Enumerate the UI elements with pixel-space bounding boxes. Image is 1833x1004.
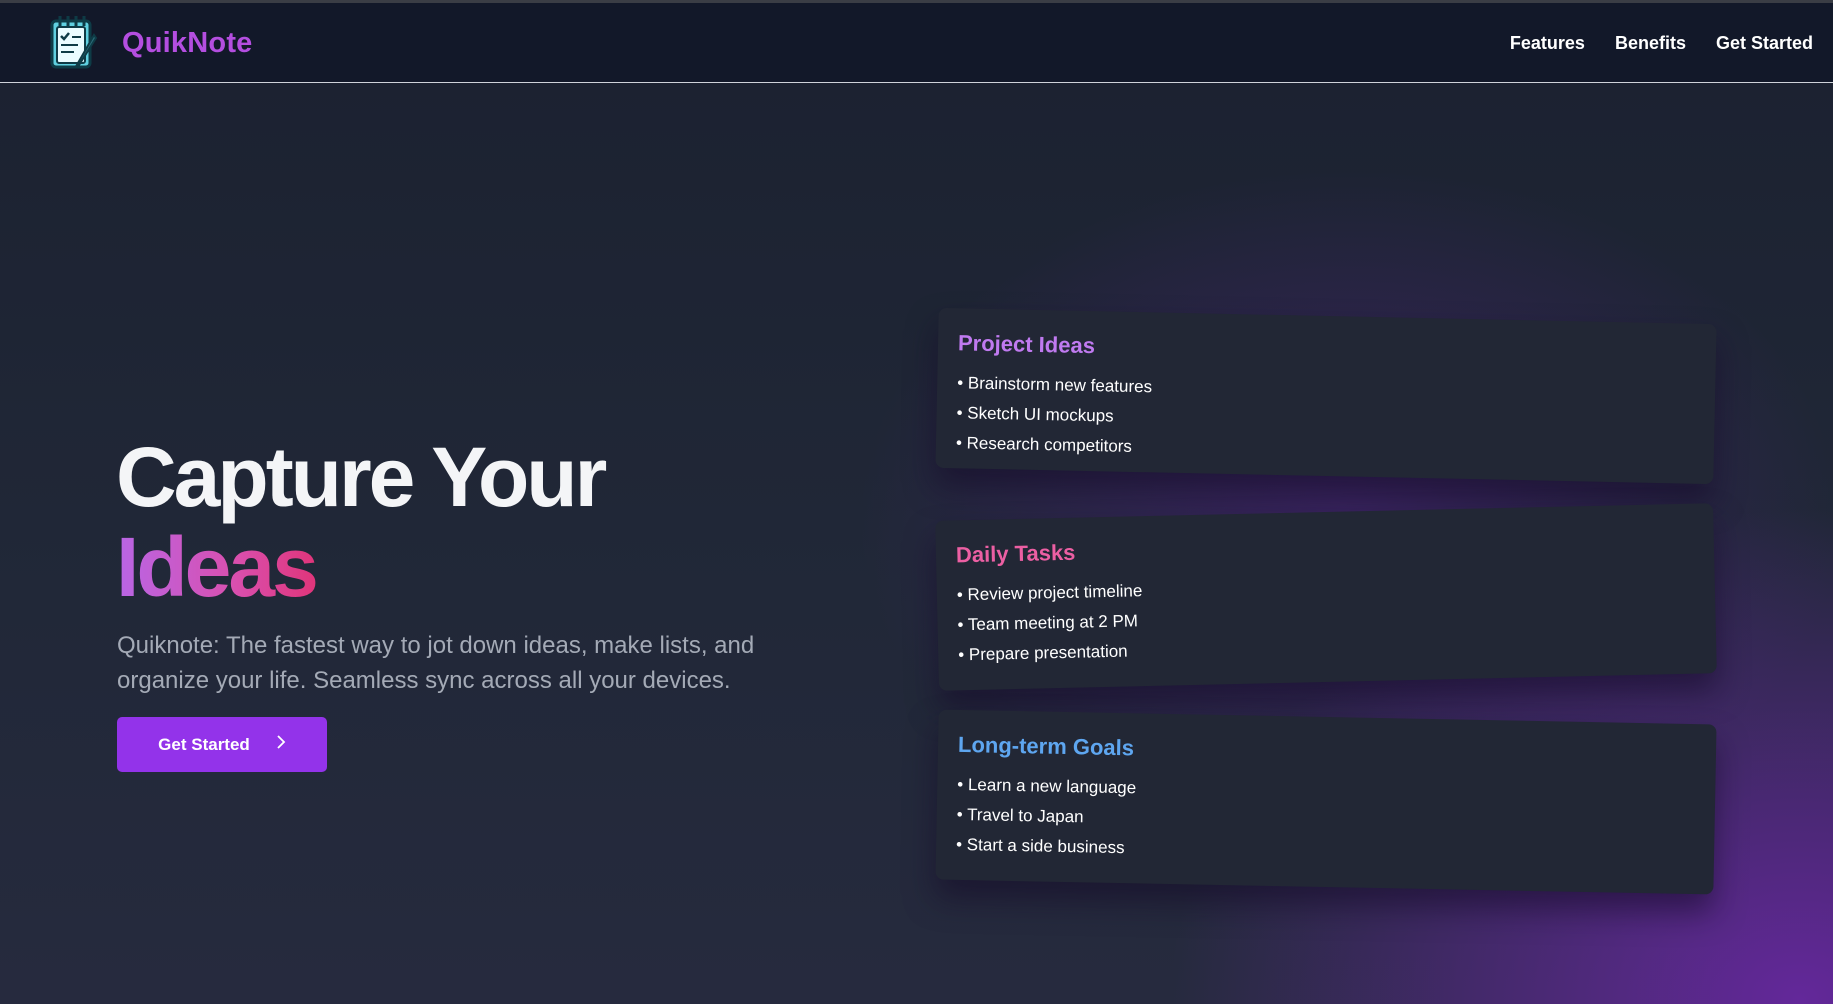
note-card-long-term-goals[interactable]: Long-term Goals • Learn a new language •… xyxy=(935,709,1717,895)
hero-title-accent: Ideas xyxy=(116,520,319,614)
brand-name[interactable]: QuikNote xyxy=(122,27,253,60)
note-card-list: • Review project timeline • Team meeting… xyxy=(957,564,1697,671)
landing-page: QuikNote Features Benefits Get Started C… xyxy=(0,0,1833,1004)
nav-link-get-started[interactable]: Get Started xyxy=(1716,33,1813,54)
note-card-list: • Brainstorm new features • Sketch UI mo… xyxy=(956,368,1696,473)
hero-title-line1: Capture Your xyxy=(116,430,607,524)
note-card-title: Daily Tasks xyxy=(955,539,1076,568)
note-card-title: Long-term Goals xyxy=(957,731,1135,761)
note-card-title: Project Ideas xyxy=(957,330,1096,359)
chevron-right-icon xyxy=(276,735,286,754)
nav-link-features[interactable]: Features xyxy=(1510,33,1585,54)
nav-link-benefits[interactable]: Benefits xyxy=(1615,33,1686,54)
notepad-icon[interactable] xyxy=(48,13,98,73)
hero-title: Capture Your Ideas xyxy=(116,430,607,614)
note-card-daily-tasks[interactable]: Daily Tasks • Review project timeline • … xyxy=(935,503,1717,691)
main-nav: Features Benefits Get Started xyxy=(1510,33,1813,54)
note-card-project-ideas[interactable]: Project Ideas • Brainstorm new features … xyxy=(935,307,1717,485)
note-card-list: • Learn a new language • Travel to Japan… xyxy=(956,770,1696,874)
hero-subtitle: Quiknote: The fastest way to jot down id… xyxy=(117,632,755,694)
get-started-button[interactable]: Get Started xyxy=(117,717,327,772)
get-started-label: Get Started xyxy=(158,734,250,754)
site-header: QuikNote Features Benefits Get Started xyxy=(0,3,1833,83)
